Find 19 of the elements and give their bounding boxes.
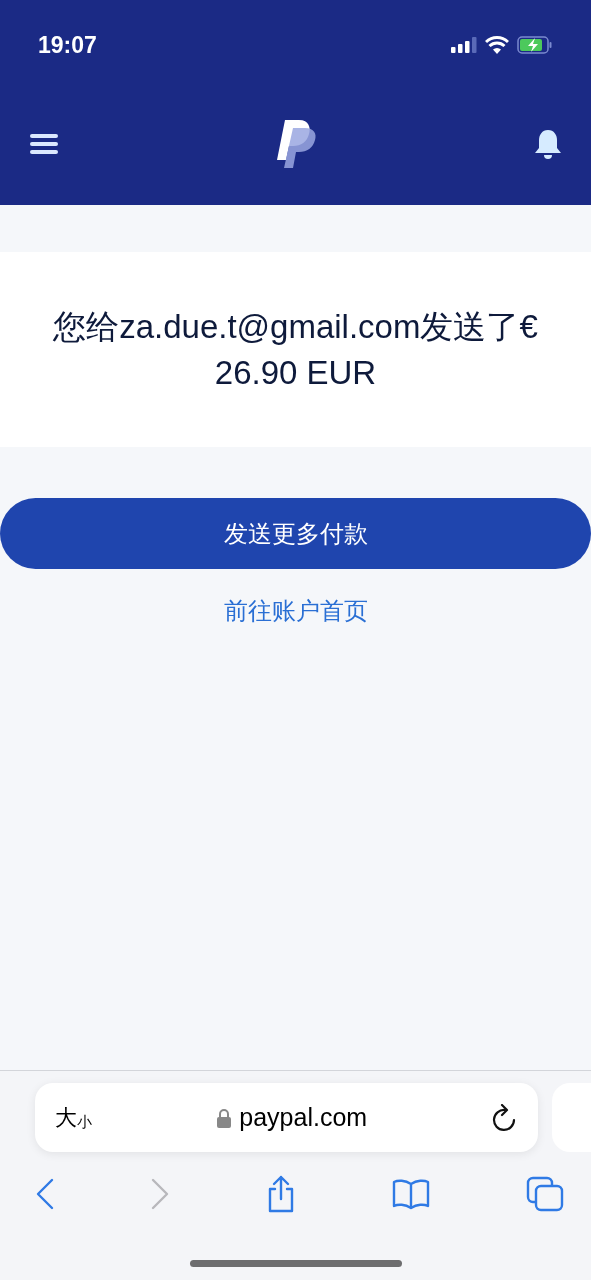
notification-bell-icon[interactable] [534,127,562,160]
book-icon [391,1178,432,1210]
battery-charging-icon [517,36,553,54]
status-time: 19:07 [38,30,97,60]
payment-confirmation-text: 您给za.due.t@gmail.com发送了€ 26.90 EUR [52,306,539,393]
logo-icon [276,119,317,168]
signal-icon [451,37,477,53]
menu-icon[interactable] [29,132,59,155]
lock-icon [217,1107,232,1128]
text-size-large: 大 [55,1104,77,1132]
url-text: paypal.com [239,1101,368,1133]
account-home-link[interactable]: 前往账户首页 [223,593,368,629]
tabs-icon [526,1176,564,1212]
forward-icon [149,1177,170,1211]
address-bar[interactable]: 大小 paypal.com [35,1083,539,1152]
send-more-button[interactable]: 发送更多付款 [0,498,591,569]
wifi-icon [485,36,509,54]
back-icon [35,1177,55,1211]
text-size-small: 小 [77,1112,92,1132]
